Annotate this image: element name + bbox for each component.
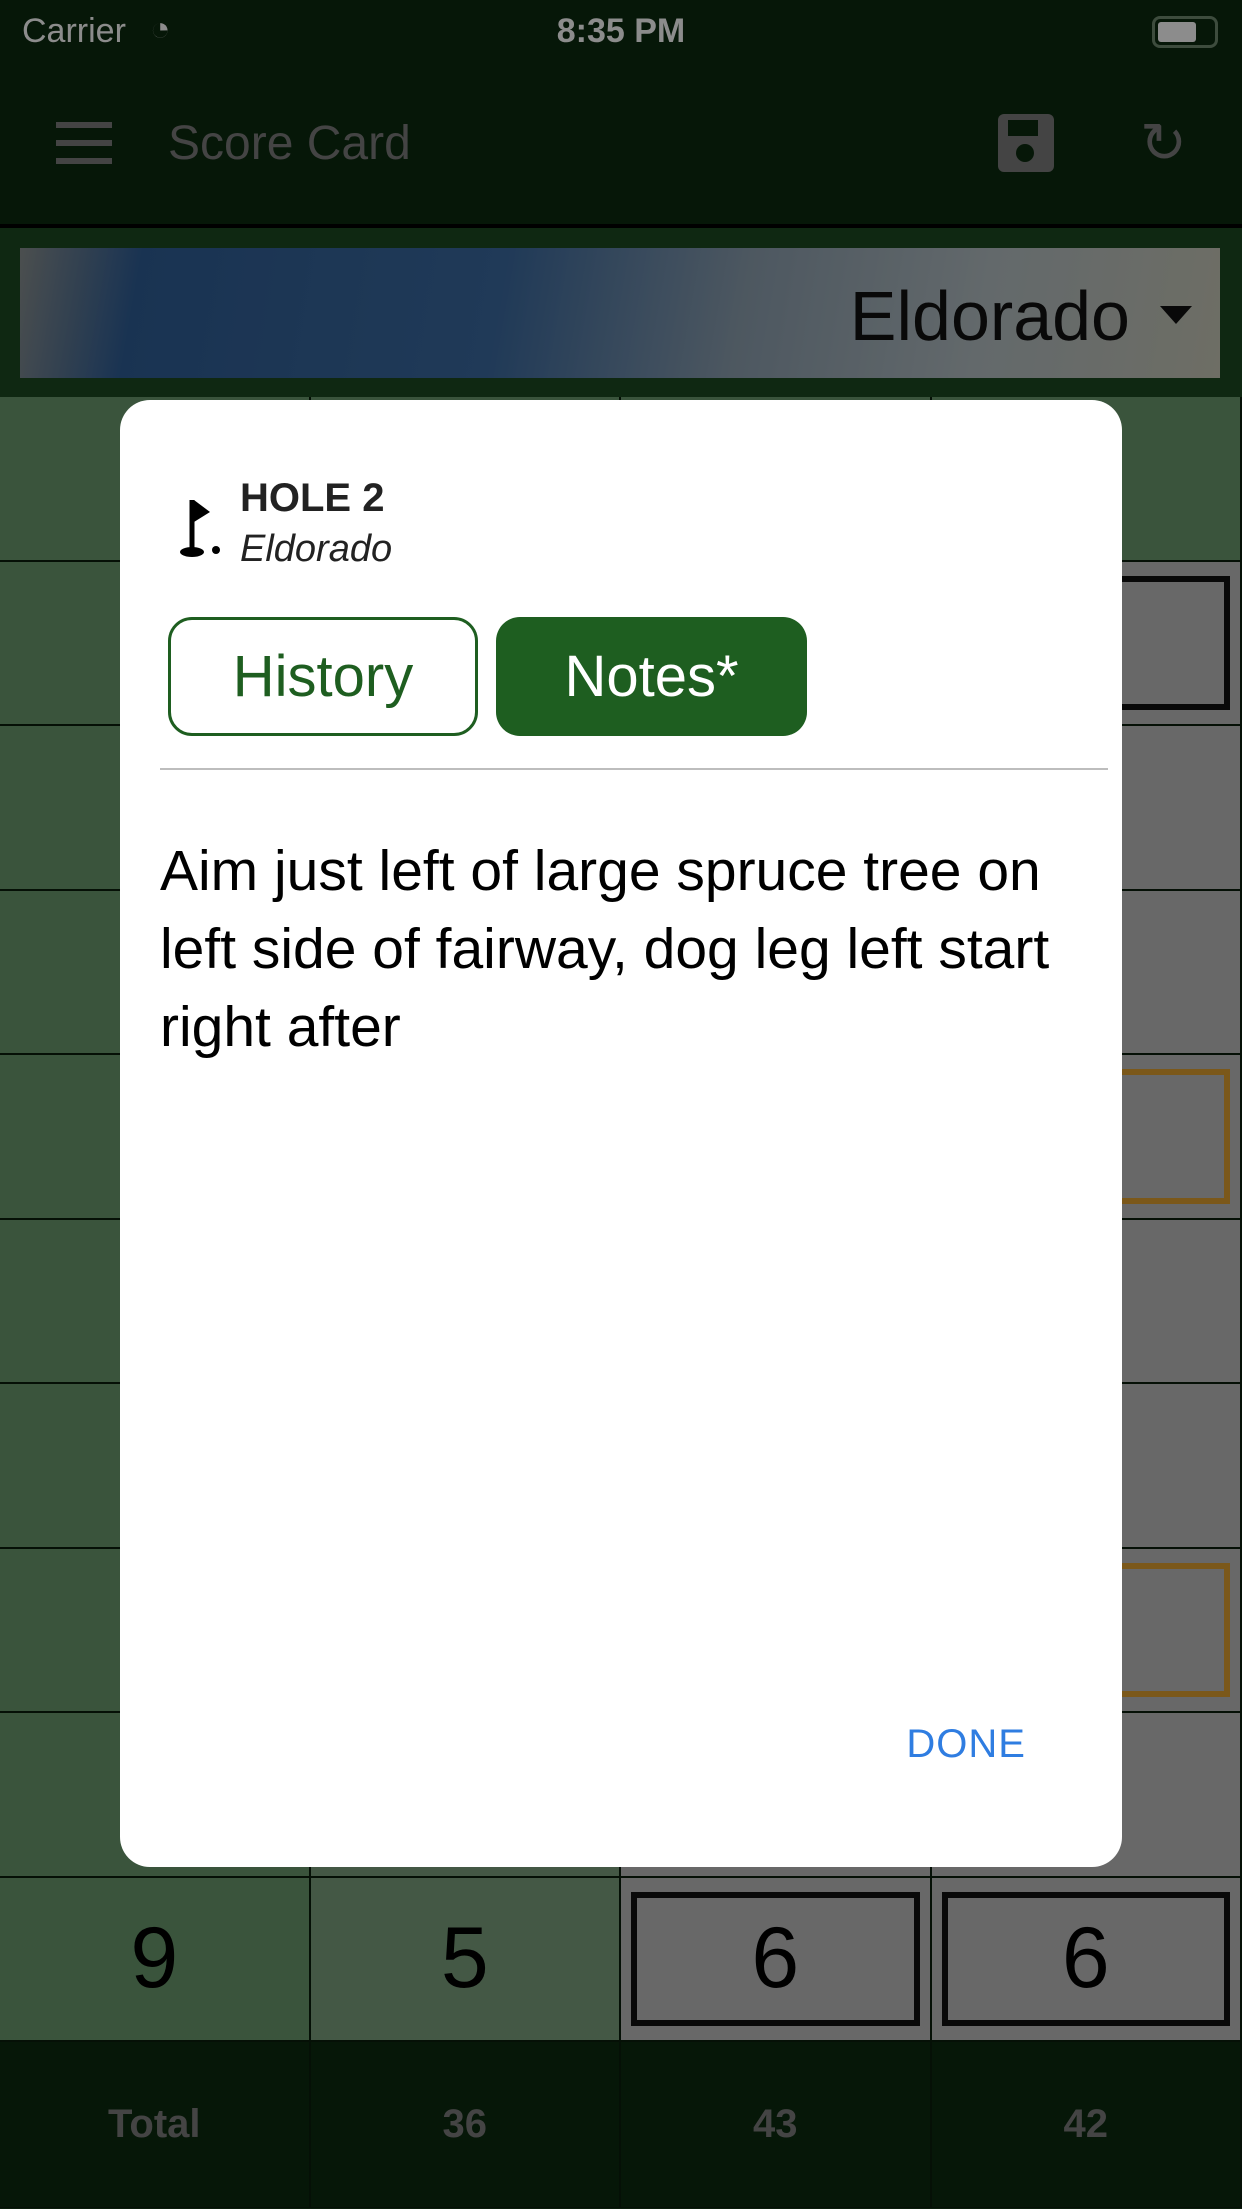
course-subtitle: Eldorado [240, 528, 392, 571]
hole-title: HOLE 2 [240, 476, 384, 521]
tab-history[interactable]: History [168, 617, 478, 736]
tab-notes[interactable]: Notes* [496, 617, 807, 736]
hole-notes-dialog: HOLE 2 Eldorado History Notes* Aim just … [120, 400, 1122, 1867]
done-button[interactable]: DONE [906, 1722, 1026, 1767]
golf-flag-icon [170, 496, 230, 560]
divider [160, 768, 1108, 770]
notes-textarea[interactable]: Aim just left of large spruce tree on le… [160, 832, 1082, 1066]
